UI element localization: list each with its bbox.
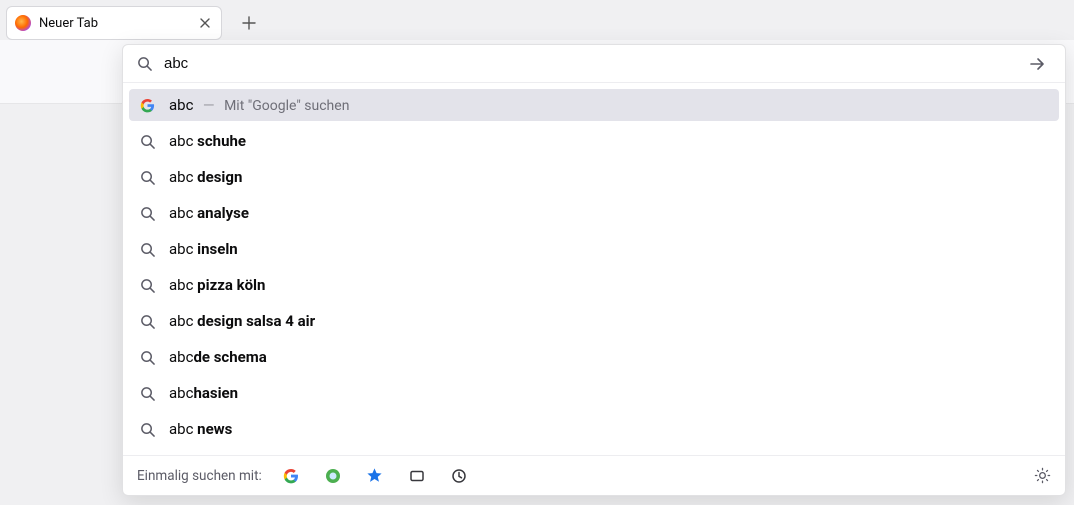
suggestion-item[interactable]: abc design salsa 4 air (129, 305, 1059, 337)
engine-bookmarks[interactable] (366, 467, 384, 485)
search-icon (139, 133, 155, 149)
search-icon (139, 241, 155, 257)
go-arrow-button[interactable] (1023, 50, 1051, 78)
engine-google[interactable] (282, 467, 300, 485)
suggestion-item[interactable]: abc analyse (129, 197, 1059, 229)
suggestion-text: abc design (169, 168, 242, 186)
suggestion-text: abchasien (169, 384, 238, 402)
url-search-row (123, 45, 1065, 83)
suggestion-text: abc schuhe (169, 132, 246, 150)
search-settings-button[interactable] (1034, 467, 1051, 484)
new-tab-button[interactable] (232, 6, 266, 40)
suggestion-text: abc design salsa 4 air (169, 312, 315, 330)
google-icon (139, 97, 155, 113)
search-icon (139, 349, 155, 365)
suggestion-list: abc — Mit "Google" suchen abc schuhe abc … (123, 83, 1065, 455)
tab-title: Neuer Tab (39, 16, 189, 31)
engine-list (282, 467, 468, 485)
suggestion-text: abc pizza köln (169, 276, 265, 294)
suggestion-text: abcde schema (169, 348, 267, 366)
suggestion-text: abc inseln (169, 240, 238, 258)
suggestion-item-top[interactable]: abc — Mit "Google" suchen (129, 89, 1059, 121)
search-icon (139, 205, 155, 221)
firefox-icon (15, 15, 31, 31)
close-tab-button[interactable] (197, 15, 213, 31)
engine-history[interactable] (450, 467, 468, 485)
search-icon (137, 56, 152, 71)
suggestion-item[interactable]: abc design (129, 161, 1059, 193)
search-icon (139, 277, 155, 293)
urlbar-dropdown: abc — Mit "Google" suchen abc schuhe abc … (122, 44, 1066, 496)
suggestion-item[interactable]: abc pizza köln (129, 269, 1059, 301)
browser-tab[interactable]: Neuer Tab (6, 6, 222, 40)
suggestion-text: abc — Mit "Google" suchen (169, 96, 349, 114)
suggestion-item[interactable]: abcde schema (129, 341, 1059, 373)
suggestion-item[interactable]: abc schuhe (129, 125, 1059, 157)
search-engine-footer: Einmalig suchen mit: (123, 455, 1065, 495)
suggestion-text: abc analyse (169, 204, 249, 222)
search-icon (139, 421, 155, 437)
engine-tabs[interactable] (408, 467, 426, 485)
suggestion-text: abc news (169, 420, 232, 438)
url-input[interactable] (164, 55, 1011, 72)
search-icon (139, 169, 155, 185)
footer-label: Einmalig suchen mit: (137, 468, 262, 484)
search-icon (139, 385, 155, 401)
suggestion-item[interactable]: abchasien (129, 377, 1059, 409)
search-icon (139, 313, 155, 329)
engine-ecosia[interactable] (324, 467, 342, 485)
suggestion-item[interactable]: abc inseln (129, 233, 1059, 265)
suggestion-item[interactable]: abc news (129, 413, 1059, 445)
tab-bar: Neuer Tab (0, 0, 1074, 40)
